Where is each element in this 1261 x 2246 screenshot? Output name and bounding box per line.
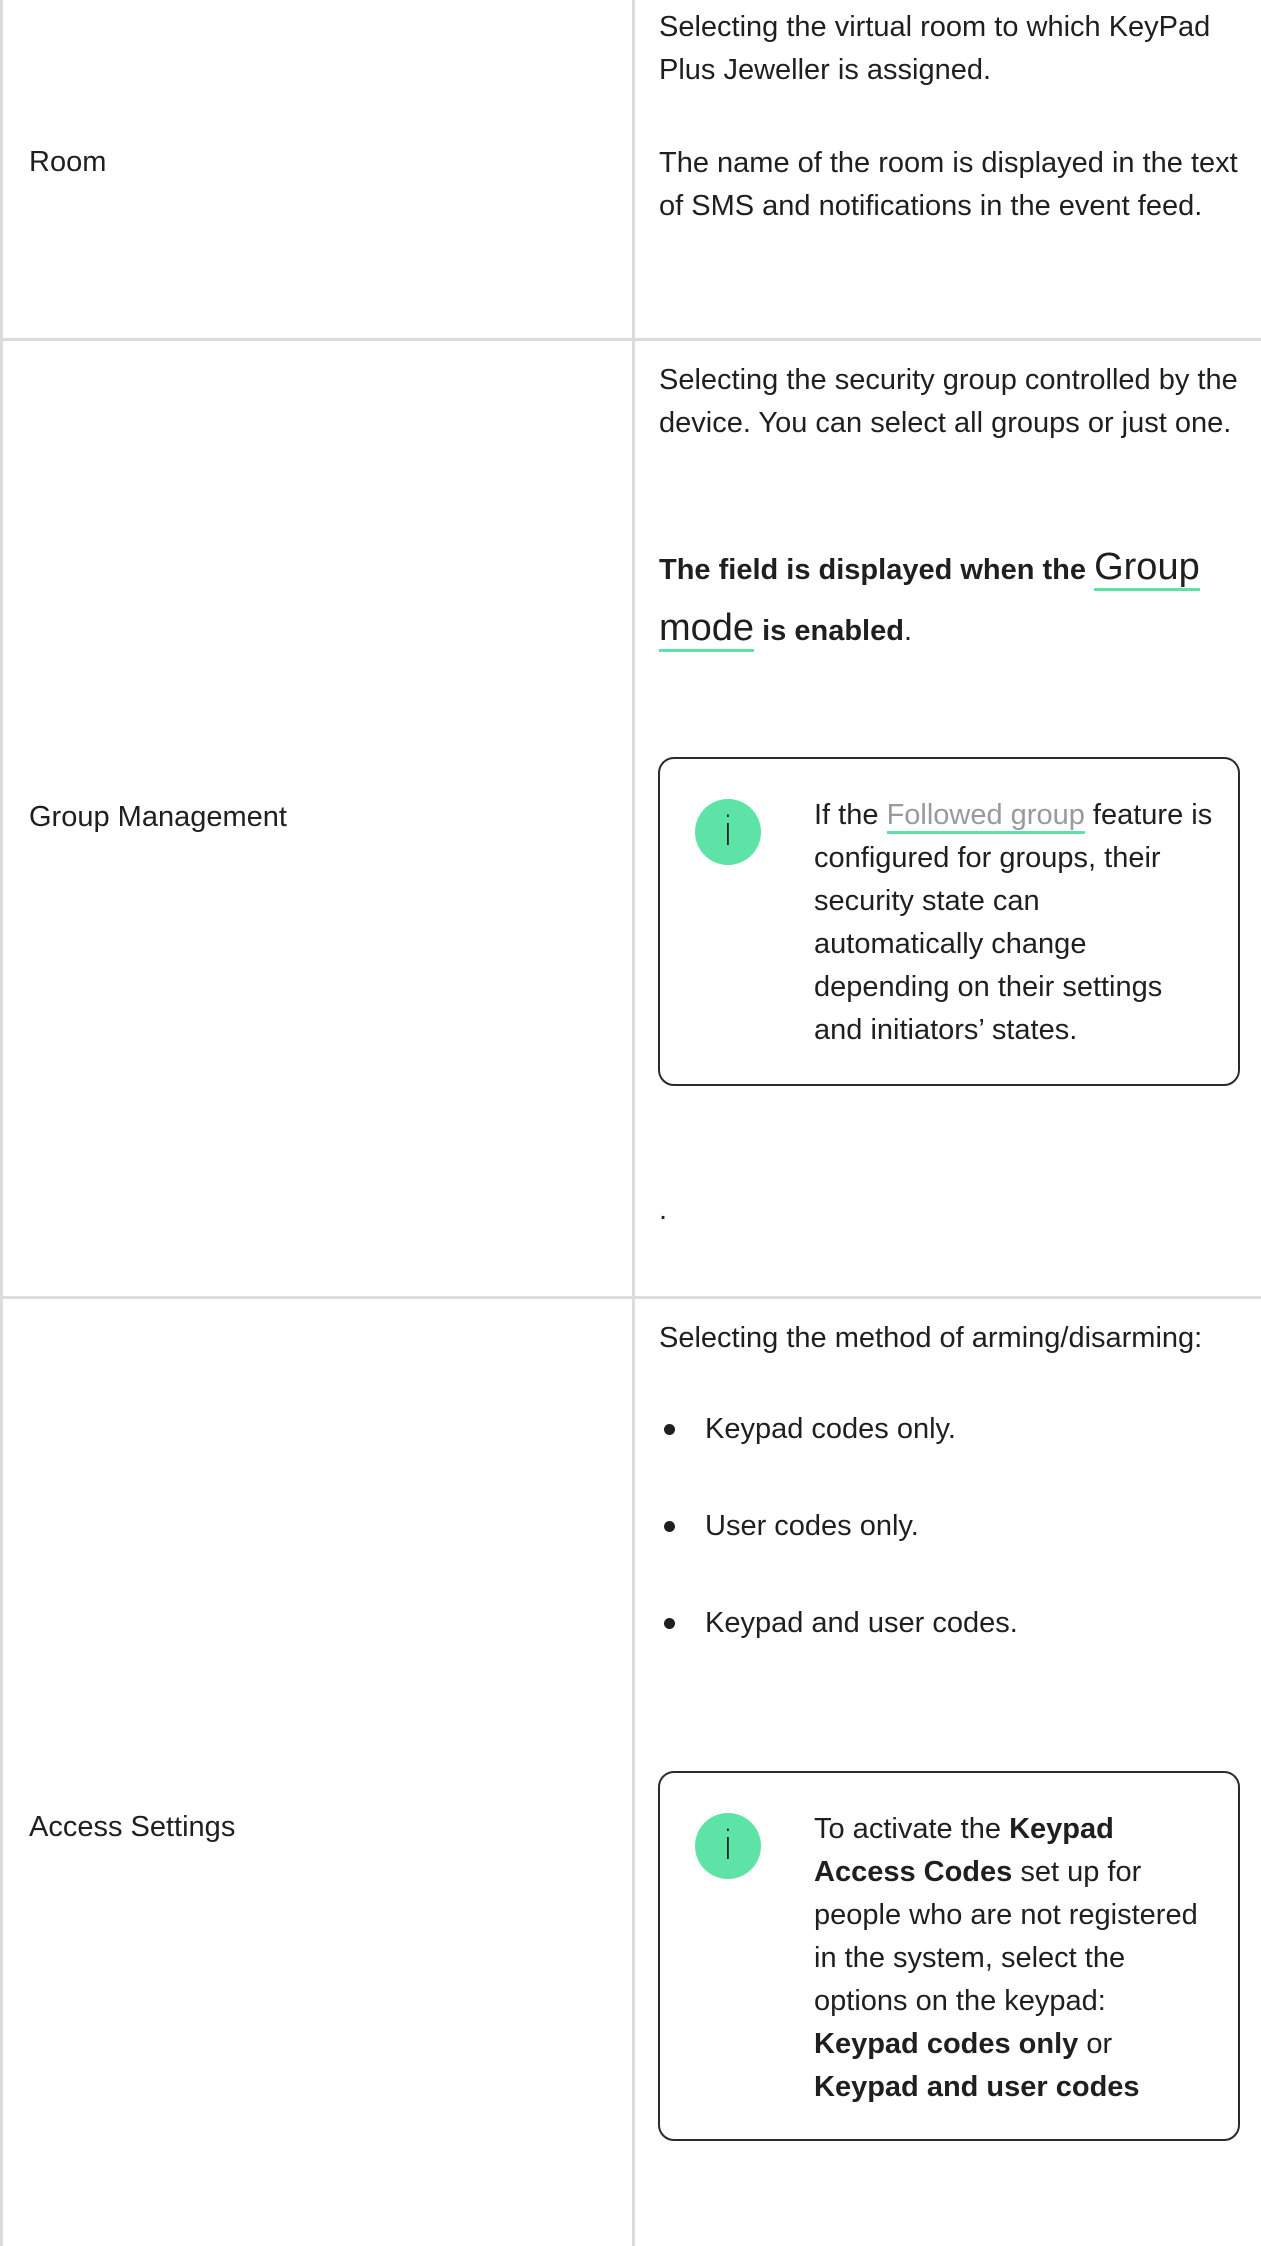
note-b2: Keypad codes only <box>814 2028 1079 2060</box>
condition-end: . <box>903 615 913 647</box>
followed-group-note-text: If the Followed group feature is configu… <box>814 794 1214 1052</box>
row-label-access-settings: Access Settings <box>29 1811 236 1843</box>
group-mode-condition: The field is displayed when the Group mo… <box>659 538 1239 660</box>
access-settings-description: Selecting the method of arming/disarming… <box>659 1322 1203 1354</box>
row-divider <box>0 1296 1261 1299</box>
condition-prefix: The field is displayed when the <box>659 554 1087 586</box>
table-left-border <box>0 0 3 2246</box>
bullet-dot <box>664 1424 675 1435</box>
group-management-description: Selecting the security group controlled … <box>659 364 1238 439</box>
info-icon: i <box>695 799 761 865</box>
keypad-access-codes-note: i To activate the Keypad Access Codes se… <box>658 1771 1240 2141</box>
note-b3: Keypad and user codes <box>814 2071 1140 2103</box>
note-text-before: If the <box>814 799 879 831</box>
followed-group-link[interactable]: Followed group <box>886 799 1085 834</box>
room-description: Selecting the virtual room to which KeyP… <box>659 11 1211 86</box>
followed-group-note: i If the Followed group feature is confi… <box>658 757 1240 1086</box>
row-divider <box>0 338 1261 341</box>
table-column-divider <box>632 0 635 2246</box>
note-text-after: feature is configured for groups, their … <box>814 799 1213 1046</box>
option-keypad-codes: Keypad codes only. <box>705 1413 956 1445</box>
bullet-dot <box>664 1521 675 1532</box>
keypad-access-codes-note-text: To activate the Keypad Access Codes set … <box>814 1808 1214 2109</box>
row-label-room: Room <box>29 146 107 178</box>
note-t1: To activate the <box>814 1813 1001 1845</box>
condition-suffix: is enabled <box>762 615 904 647</box>
option-keypad-and-user-codes: Keypad and user codes. <box>705 1607 1018 1639</box>
trailing-period: . <box>659 1194 668 1226</box>
option-user-codes: User codes only. <box>705 1510 919 1542</box>
note-t3: or <box>1086 2028 1113 2060</box>
room-description-note: The name of the room is displayed in the… <box>659 147 1238 222</box>
info-icon: i <box>695 1813 761 1879</box>
bullet-dot <box>664 1618 675 1629</box>
row-label-group-management: Group Management <box>29 801 287 833</box>
